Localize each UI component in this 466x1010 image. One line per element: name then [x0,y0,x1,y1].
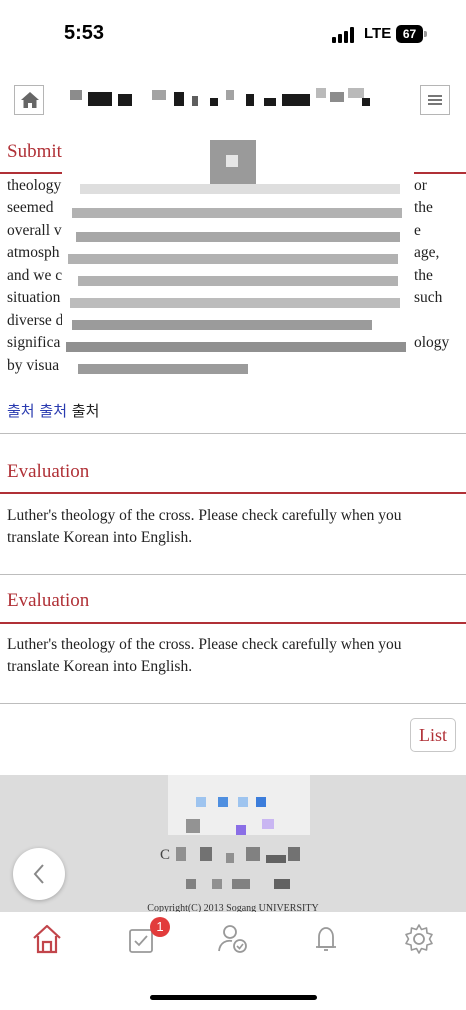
tab-profile[interactable] [216,922,250,956]
section-divider [0,433,466,434]
list-button[interactable]: List [410,718,456,752]
submission-line-end: age, [414,244,440,261]
source-links: 출처 출처 출처 [7,400,99,421]
tab-settings[interactable] [402,922,436,956]
home-icon [21,92,39,108]
submission-section-title: Submit [7,141,62,162]
submission-line: seemed [7,199,54,216]
submission-line-end: e [414,222,421,239]
network-type-label: LTE [364,25,392,42]
status-time: 5:53 [64,22,105,44]
evaluation-text: Luther's theology of the cross. Please c… [7,507,402,546]
header-home-button[interactable] [14,85,44,115]
submission-line: significa [7,334,61,351]
settings-gear-icon [405,924,433,954]
submission-line-end: ology [414,334,450,351]
battery-icon: 67 [396,25,428,43]
source-link[interactable]: 출처 [39,402,67,420]
submission-line-end: the [414,199,433,216]
section-divider [0,574,466,575]
battery-level: 67 [402,27,417,41]
section-divider [0,622,466,624]
section-divider [0,492,466,494]
source-link[interactable]: 출처 [7,402,35,420]
section-divider [0,703,466,704]
footer: C [0,775,466,912]
evaluation-title: Evaluation [7,590,90,611]
bell-icon [316,927,336,951]
evaluation-text: Luther's theology of the cross. Please c… [7,636,402,675]
submission-line: theology [7,177,62,194]
submission-line: by visua [7,357,60,374]
submission-line: and we c [7,267,63,284]
evaluation-title: Evaluation [7,461,90,482]
submission-line-end: the [414,267,433,284]
footer-text-fragment: C [160,847,171,863]
submission-line-end: such [414,289,443,306]
site-title-redacted [70,86,380,110]
source-link[interactable]: 출처 [72,402,100,420]
submission-line-end: or [414,177,427,194]
hamburger-menu-icon [428,95,442,105]
redacted-footer-content [168,775,310,889]
cellular-signal-icon [332,27,356,43]
floating-back-button[interactable] [13,848,65,900]
tab-notifications[interactable] [310,922,344,956]
notification-badge: 1 [150,917,170,937]
home-indicator [150,995,317,1000]
submission-line: situation [7,289,61,306]
header-menu-button[interactable] [420,85,450,115]
user-check-icon [218,925,247,953]
chevron-left-icon [33,864,44,884]
redacted-logo [210,140,256,184]
submission-line: atmosph [7,244,60,261]
submission-line: overall v [7,222,62,239]
home-icon [33,924,61,954]
submission-line: diverse d [7,312,64,329]
tab-home[interactable] [30,922,64,956]
